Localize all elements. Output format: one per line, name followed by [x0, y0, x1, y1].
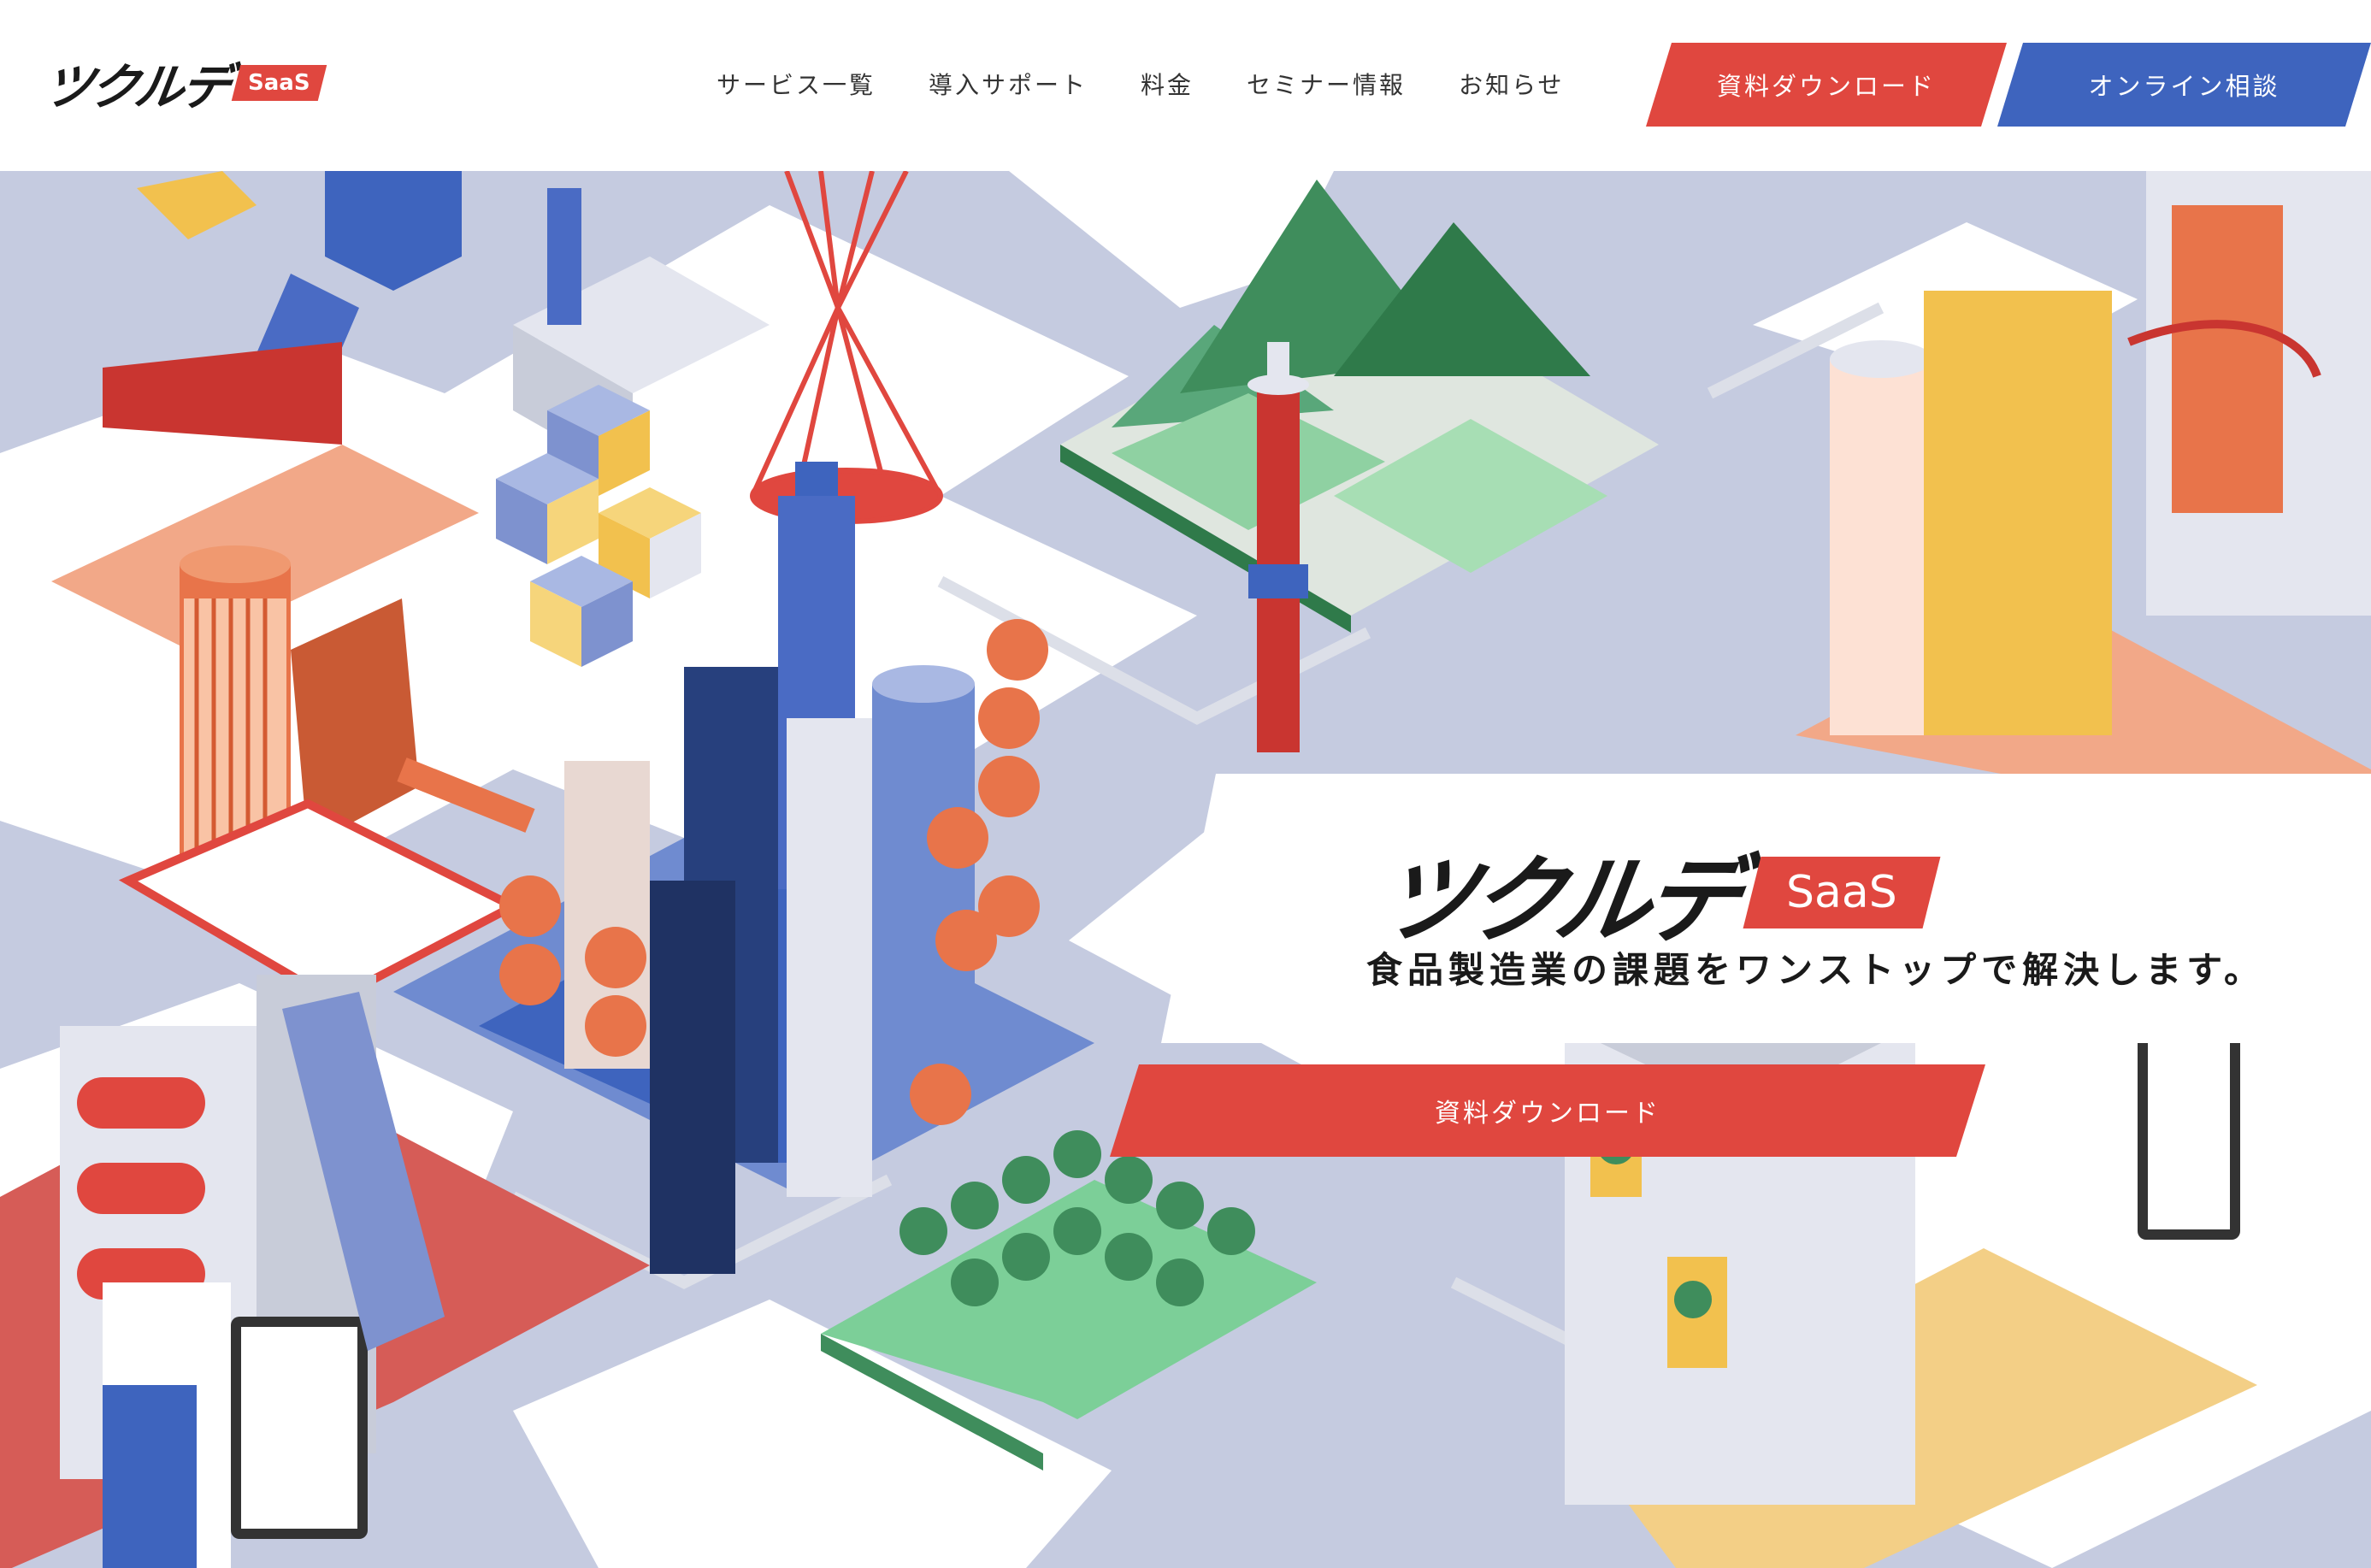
logo-mark: ツクルデ	[39, 58, 232, 116]
hero-download-button[interactable]: 資料ダウンロード	[1110, 1064, 1985, 1157]
main-nav: サービス一覧 導入サポート 料金 セミナー情報 お知らせ	[717, 67, 1618, 101]
nav-services[interactable]: サービス一覧	[717, 67, 876, 101]
download-docs-button[interactable]: 資料ダウンロード	[1646, 43, 2007, 127]
site-logo[interactable]: ツクルデ SaaS	[40, 53, 327, 116]
online-consultation-button[interactable]: オンライン相談	[1997, 43, 2371, 127]
hero-headline-panel: ツクルデ SaaS 食品製造業の課題をワンストップで解決します。	[1161, 774, 2371, 1043]
nav-news[interactable]: お知らせ	[1459, 67, 1564, 101]
hero-logo-saas-badge: SaaS	[1743, 857, 1940, 928]
nav-pricing[interactable]: 料金	[1141, 67, 1194, 101]
hero-tagline: 食品製造業の課題をワンストップで解決します。	[1366, 949, 2265, 991]
nav-support[interactable]: 導入サポート	[929, 67, 1088, 101]
logo-saas-badge: SaaS	[232, 65, 327, 101]
site-header: ツクルデ SaaS サービス一覧 導入サポート 料金 セミナー情報 お知らせ 資…	[0, 0, 2371, 171]
hero-section: ツクルデ SaaS 食品製造業の課題をワンストップで解決します。 資料ダウンロー…	[0, 171, 2371, 1568]
nav-seminar[interactable]: セミナー情報	[1247, 67, 1406, 101]
